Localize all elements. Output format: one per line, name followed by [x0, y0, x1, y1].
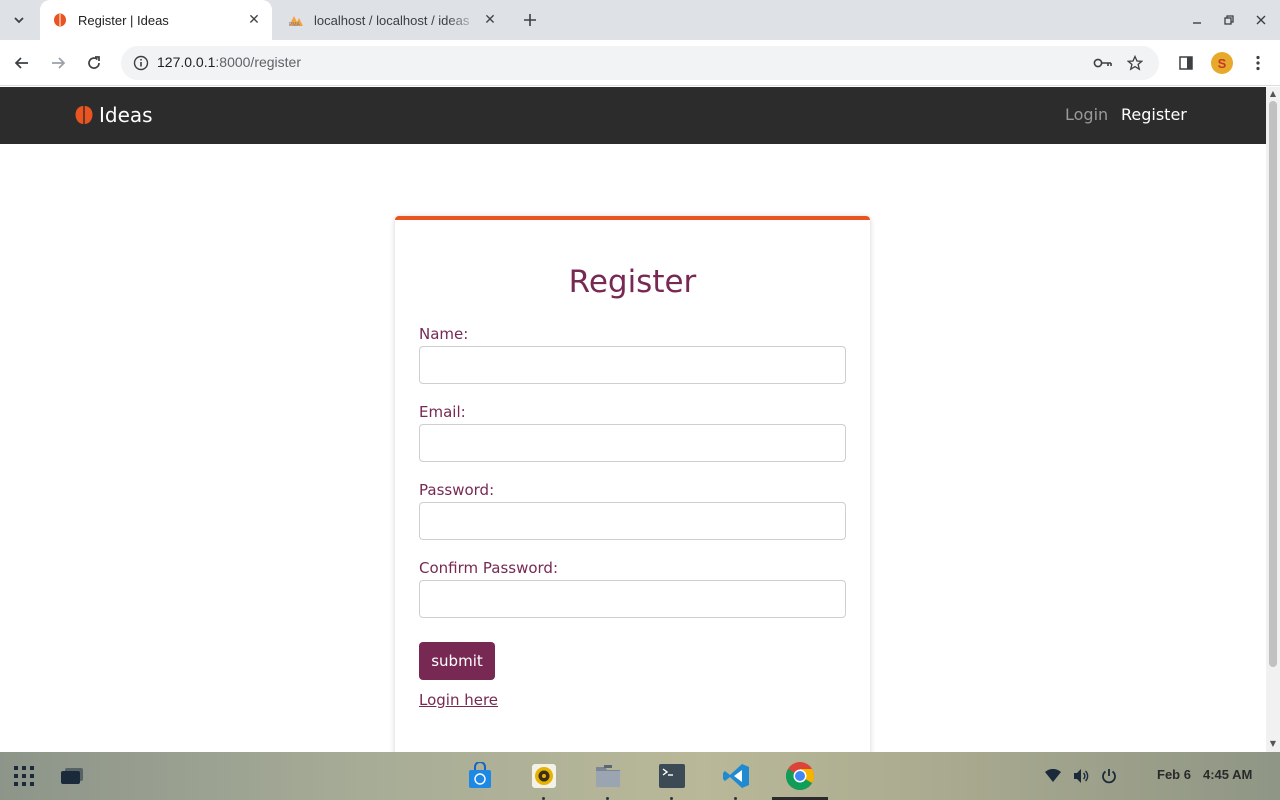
os-taskbar: Feb 6 4:45 AM — [0, 752, 1280, 800]
site-info-icon[interactable] — [129, 51, 153, 75]
tab-phpmyadmin[interactable]: PMA localhost / localhost / ideas ✕ — [276, 0, 508, 40]
forward-button[interactable] — [44, 49, 72, 77]
rhythmbox-icon[interactable] — [528, 760, 560, 792]
brand-link[interactable]: Ideas — [74, 103, 153, 127]
tab-search-button[interactable] — [6, 7, 32, 33]
email-input[interactable] — [419, 424, 846, 462]
tab-strip: Register | Ideas ✕ PMA localhost / local… — [0, 0, 1280, 40]
name-label: Name: — [419, 325, 469, 343]
wifi-icon[interactable] — [1043, 766, 1063, 786]
tab-register[interactable]: Register | Ideas ✕ — [40, 0, 272, 40]
address-bar[interactable]: 127.0.0.1:8000/register — [121, 46, 1159, 80]
password-input[interactable] — [419, 502, 846, 540]
new-tab-button[interactable] — [518, 8, 542, 32]
page-title: Register — [568, 264, 697, 300]
url-path: :8000/register — [215, 54, 301, 70]
power-icon[interactable] — [1099, 766, 1119, 786]
svg-text:PMA: PMA — [289, 22, 301, 27]
files-icon[interactable] — [592, 760, 624, 792]
close-icon — [1256, 15, 1266, 25]
restore-button[interactable] — [1217, 8, 1241, 32]
brain-favicon-icon — [52, 12, 68, 28]
profile-avatar[interactable]: S — [1211, 52, 1233, 74]
nav-login-link[interactable]: Login — [1065, 105, 1108, 124]
bookmark-star-icon[interactable] — [1123, 51, 1147, 75]
scrollbar-thumb[interactable] — [1269, 101, 1277, 667]
close-tab-icon[interactable]: ✕ — [480, 10, 500, 30]
site-navbar: Ideas Login Register — [0, 87, 1266, 144]
store-icon[interactable] — [464, 760, 496, 792]
side-panel-icon — [1179, 56, 1193, 70]
login-here-link[interactable]: Login here — [419, 691, 498, 709]
password-label: Password: — [419, 481, 495, 499]
nav-register-link[interactable]: Register — [1121, 105, 1187, 124]
reload-icon — [88, 56, 100, 69]
arrow-left-icon — [14, 57, 28, 69]
brain-logo-icon — [75, 106, 93, 124]
back-button[interactable] — [8, 49, 36, 77]
side-panel-button[interactable] — [1172, 49, 1200, 77]
register-card: Register Name: Email: Password: Confirm … — [395, 216, 870, 752]
reload-button[interactable] — [80, 49, 108, 77]
chevron-down-icon — [14, 17, 24, 24]
tab-title: localhost / localhost / ideas — [314, 12, 470, 28]
close-window-button[interactable] — [1249, 8, 1273, 32]
minimize-icon — [1193, 22, 1201, 24]
plus-icon — [524, 14, 536, 26]
scroll-up-arrow-icon[interactable]: ▲ — [1269, 90, 1277, 98]
app-grid-icon[interactable] — [8, 760, 40, 792]
scroll-down-arrow-icon[interactable]: ▼ — [1269, 740, 1277, 748]
window-switcher-icon[interactable] — [56, 760, 88, 792]
kebab-menu-icon — [1256, 55, 1260, 71]
brand-name: Ideas — [99, 103, 153, 127]
phpmyadmin-favicon-icon: PMA — [288, 12, 304, 28]
time-label[interactable]: 4:45 AM — [1203, 767, 1252, 782]
page-viewport: Ideas Login Register Register Name: Emai… — [0, 87, 1266, 752]
menu-button[interactable] — [1244, 49, 1272, 77]
date-label[interactable]: Feb 6 — [1157, 767, 1191, 782]
tab-title: Register | Ideas — [78, 12, 169, 28]
page-scrollbar[interactable]: ▲ ▼ — [1266, 87, 1280, 752]
chrome-icon[interactable] — [784, 760, 816, 792]
terminal-icon[interactable] — [656, 760, 688, 792]
arrow-right-icon — [52, 57, 66, 69]
url-text: 127.0.0.1:8000/register — [157, 54, 301, 70]
browser-toolbar: 127.0.0.1:8000/register S — [0, 40, 1280, 86]
email-label: Email: — [419, 403, 466, 421]
close-tab-icon[interactable]: ✕ — [244, 10, 264, 30]
key-icon[interactable] — [1091, 51, 1115, 75]
submit-button[interactable]: submit — [419, 642, 495, 680]
url-host: 127.0.0.1 — [157, 54, 216, 70]
confirm-password-input[interactable] — [419, 580, 846, 618]
vscode-icon[interactable] — [720, 760, 752, 792]
confirm-password-label: Confirm Password: — [419, 559, 559, 577]
name-input[interactable] — [419, 346, 846, 384]
volume-icon[interactable] — [1071, 766, 1091, 786]
restore-icon — [1224, 15, 1234, 25]
minimize-button[interactable] — [1185, 8, 1209, 32]
